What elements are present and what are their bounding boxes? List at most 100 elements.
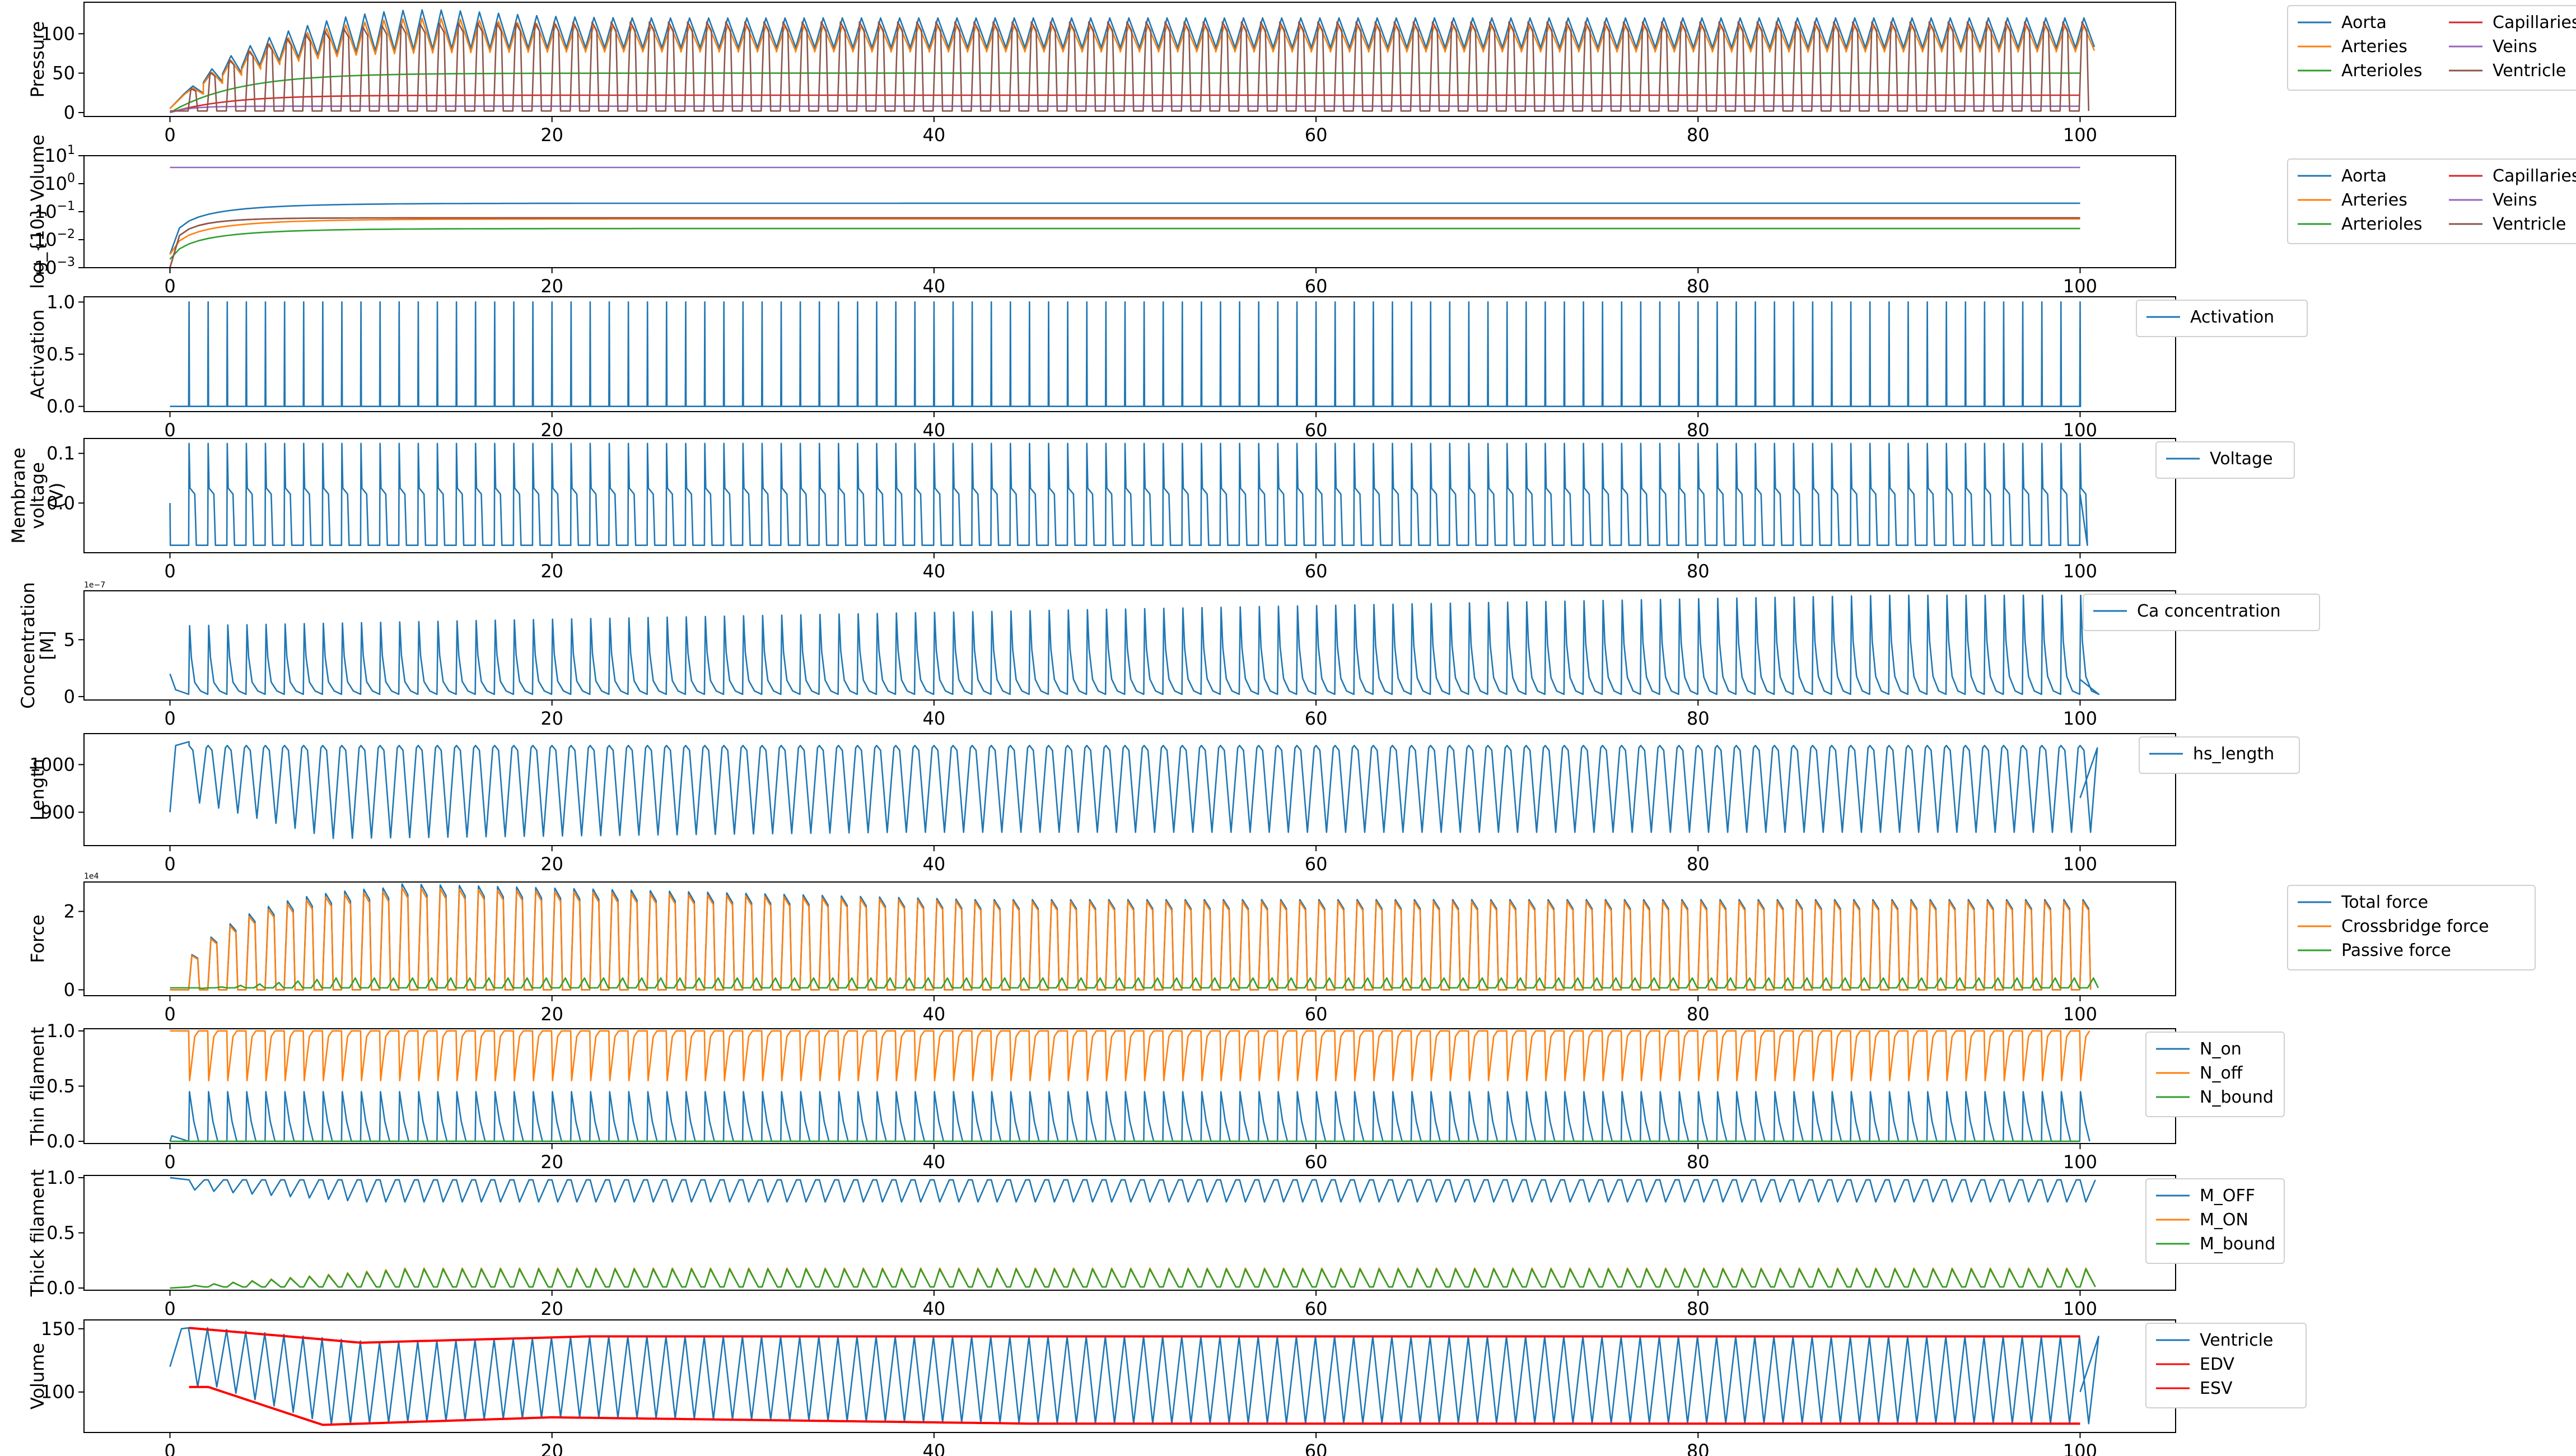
y-axis-label: Force — [27, 914, 48, 963]
x-tick-label: 40 — [923, 708, 946, 729]
axes-frame — [83, 590, 2176, 701]
legend-label: M_OFF — [2200, 1186, 2255, 1206]
legend-label: M_bound — [2200, 1234, 2275, 1254]
y-tick-label: 150 — [41, 1318, 75, 1340]
x-tick-label: 20 — [540, 1440, 563, 1456]
x-tick-label: 40 — [923, 1298, 946, 1319]
legend-label: Activation — [2190, 307, 2274, 327]
y-axis-label: (V) — [46, 483, 67, 509]
y-tick-label: 1.0 — [46, 291, 75, 312]
series-line-ventricle — [170, 21, 2090, 112]
x-tick-label: 60 — [1305, 853, 1328, 875]
x-tick-label: 100 — [2063, 419, 2097, 441]
series-line-activation — [170, 301, 2082, 407]
legend-label: hs_length — [2193, 744, 2274, 764]
series-group — [170, 883, 2099, 991]
x-tick-label: 60 — [1305, 708, 1328, 729]
series-line-arteries — [169, 218, 2080, 255]
y-tick-label: 0 — [64, 979, 75, 1001]
legend-label: N_on — [2200, 1039, 2242, 1059]
x-tick-label: 20 — [540, 853, 563, 875]
legend: Aorta Arteries Arterioles Capillaries Veins V… — [2287, 158, 2576, 244]
x-tick-label: 40 — [923, 561, 946, 582]
y-axis-label: Volume — [27, 1343, 48, 1410]
y-tick-label: 2 — [64, 901, 75, 922]
series-line-n-on — [169, 1091, 2090, 1142]
x-tick-label: 80 — [1687, 1298, 1710, 1319]
y-axis-label: Thin filament — [27, 1027, 48, 1146]
x-tick-label: 100 — [2063, 276, 2097, 297]
series-line-arterioles — [169, 227, 2080, 260]
x-tick-label: 60 — [1305, 124, 1328, 146]
legend-label: Ventricle — [2493, 214, 2566, 234]
legend-label: Veins — [2493, 37, 2537, 57]
x-tick-label: 20 — [540, 124, 563, 146]
subplot-6: 0 20 40 60 80 1009001000Lengthhs_length — [27, 733, 2300, 875]
x-tick-label: 60 — [1305, 1298, 1328, 1319]
legend-label: Capillaries — [2493, 13, 2576, 32]
y-tick-label: 0.0 — [46, 1277, 75, 1299]
subplot-3: 0 20 40 60 80 1000.00.51.0Activation Activatio… — [27, 291, 2308, 441]
legend-label: N_off — [2200, 1063, 2243, 1083]
series-line-edv — [189, 1327, 2080, 1344]
subplot-2: 0 20 40 60 80 10010−310−210−1100101log_{10} V… — [27, 134, 2576, 297]
series-line-hs-length — [169, 741, 2098, 839]
legend-label: Capillaries — [2493, 166, 2576, 186]
legend-label: Arterioles — [2341, 61, 2423, 81]
x-tick-label: 40 — [923, 124, 946, 146]
legend-label: N_bound — [2200, 1088, 2274, 1107]
legend-label: Ca concentration — [2137, 601, 2281, 621]
legend: Ventricle EDV ESV — [2145, 1323, 2307, 1408]
legend-label: Ventricle — [2200, 1331, 2273, 1350]
x-tick-label: 60 — [1305, 419, 1328, 441]
axes-frame — [83, 296, 2176, 412]
legend-label: Ventricle — [2493, 61, 2566, 81]
x-tick-label: 80 — [1687, 853, 1710, 875]
series-group — [169, 1327, 2099, 1426]
series-group — [169, 442, 2088, 546]
series-group — [170, 301, 2082, 407]
series-group — [169, 1030, 2090, 1142]
series-group — [169, 594, 2100, 696]
legend-label: Veins — [2493, 190, 2537, 210]
y-tick-label: 100 — [44, 171, 75, 194]
series-line-m-off — [170, 1177, 2096, 1203]
x-tick-label: 80 — [1687, 1440, 1710, 1456]
y-tick-label: 0.1 — [46, 443, 75, 464]
series-group — [169, 741, 2098, 839]
y-tick-label: 5 — [64, 629, 75, 650]
x-tick-label: 0 — [164, 1004, 175, 1025]
x-tick-label: 20 — [540, 1151, 563, 1173]
x-tick-label: 0 — [164, 853, 175, 875]
legend-label: Aorta — [2341, 13, 2387, 32]
series-group — [170, 1177, 2096, 1289]
series-group — [169, 9, 2096, 114]
axis-exponent-label: 1e4 — [84, 872, 99, 881]
legend: hs_length — [2139, 736, 2300, 774]
legend-label: Arterioles — [2341, 214, 2423, 234]
x-tick-label: 100 — [2063, 1440, 2097, 1456]
legend-label: Arteries — [2341, 37, 2407, 57]
series-line-ventricle — [169, 217, 2080, 268]
x-tick-label: 20 — [540, 419, 563, 441]
x-tick-label: 0 — [164, 561, 175, 582]
x-tick-label: 20 — [540, 1004, 563, 1025]
y-axis-label: log_{10} Volume — [27, 134, 48, 288]
legend: Voltage — [2155, 441, 2295, 479]
x-tick-label: 80 — [1687, 1004, 1710, 1025]
y-tick-label: 50 — [52, 63, 75, 84]
y-tick-label: 0.5 — [46, 1076, 75, 1097]
x-tick-label: 100 — [2063, 1151, 2097, 1173]
x-tick-label: 80 — [1687, 708, 1710, 729]
x-tick-label: 40 — [923, 1440, 946, 1456]
x-tick-label: 100 — [2063, 1298, 2097, 1319]
axes-frame — [83, 155, 2176, 268]
x-tick-label: 80 — [1687, 276, 1710, 297]
x-tick-label: 0 — [164, 1440, 175, 1456]
x-tick-label: 0 — [164, 419, 175, 441]
legend-label: Arteries — [2341, 190, 2407, 210]
series-line-voltage — [169, 442, 2088, 546]
x-tick-label: 60 — [1305, 1440, 1328, 1456]
legend-label: Crossbridge force — [2341, 917, 2489, 936]
legend: M_OFF M_ON M_bound — [2145, 1178, 2285, 1264]
